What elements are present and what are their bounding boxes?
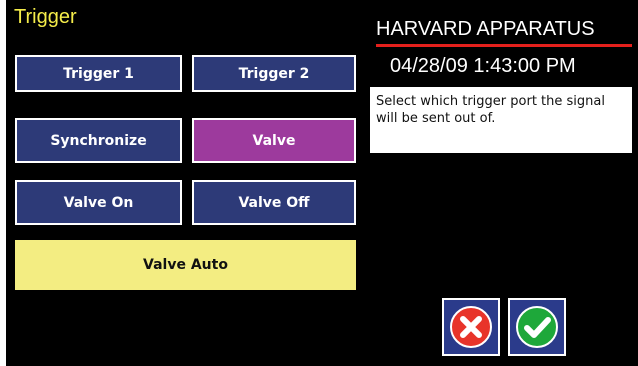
checkmark-circle-icon (516, 306, 558, 348)
brand-divider (376, 44, 632, 47)
trigger-2-button[interactable]: Trigger 2 (192, 55, 356, 92)
valve-button[interactable]: Valve (192, 118, 356, 163)
device-screen: Trigger HARVARD APPARATUS 04/28/09 1:43:… (6, 0, 638, 366)
datetime-display: 04/28/09 1:43:00 PM (390, 55, 576, 77)
page-title: Trigger (14, 6, 77, 28)
valve-auto-button[interactable]: Valve Auto (15, 240, 356, 290)
help-text: Select which trigger port the signal wil… (370, 87, 632, 153)
confirm-button[interactable] (508, 298, 566, 356)
x-circle-icon (450, 306, 492, 348)
valve-on-button[interactable]: Valve On (15, 180, 182, 225)
cancel-button[interactable] (442, 298, 500, 356)
valve-off-button[interactable]: Valve Off (192, 180, 356, 225)
brand-name: HARVARD APPARATUS (376, 18, 595, 40)
synchronize-button[interactable]: Synchronize (15, 118, 182, 163)
trigger-1-button[interactable]: Trigger 1 (15, 55, 182, 92)
